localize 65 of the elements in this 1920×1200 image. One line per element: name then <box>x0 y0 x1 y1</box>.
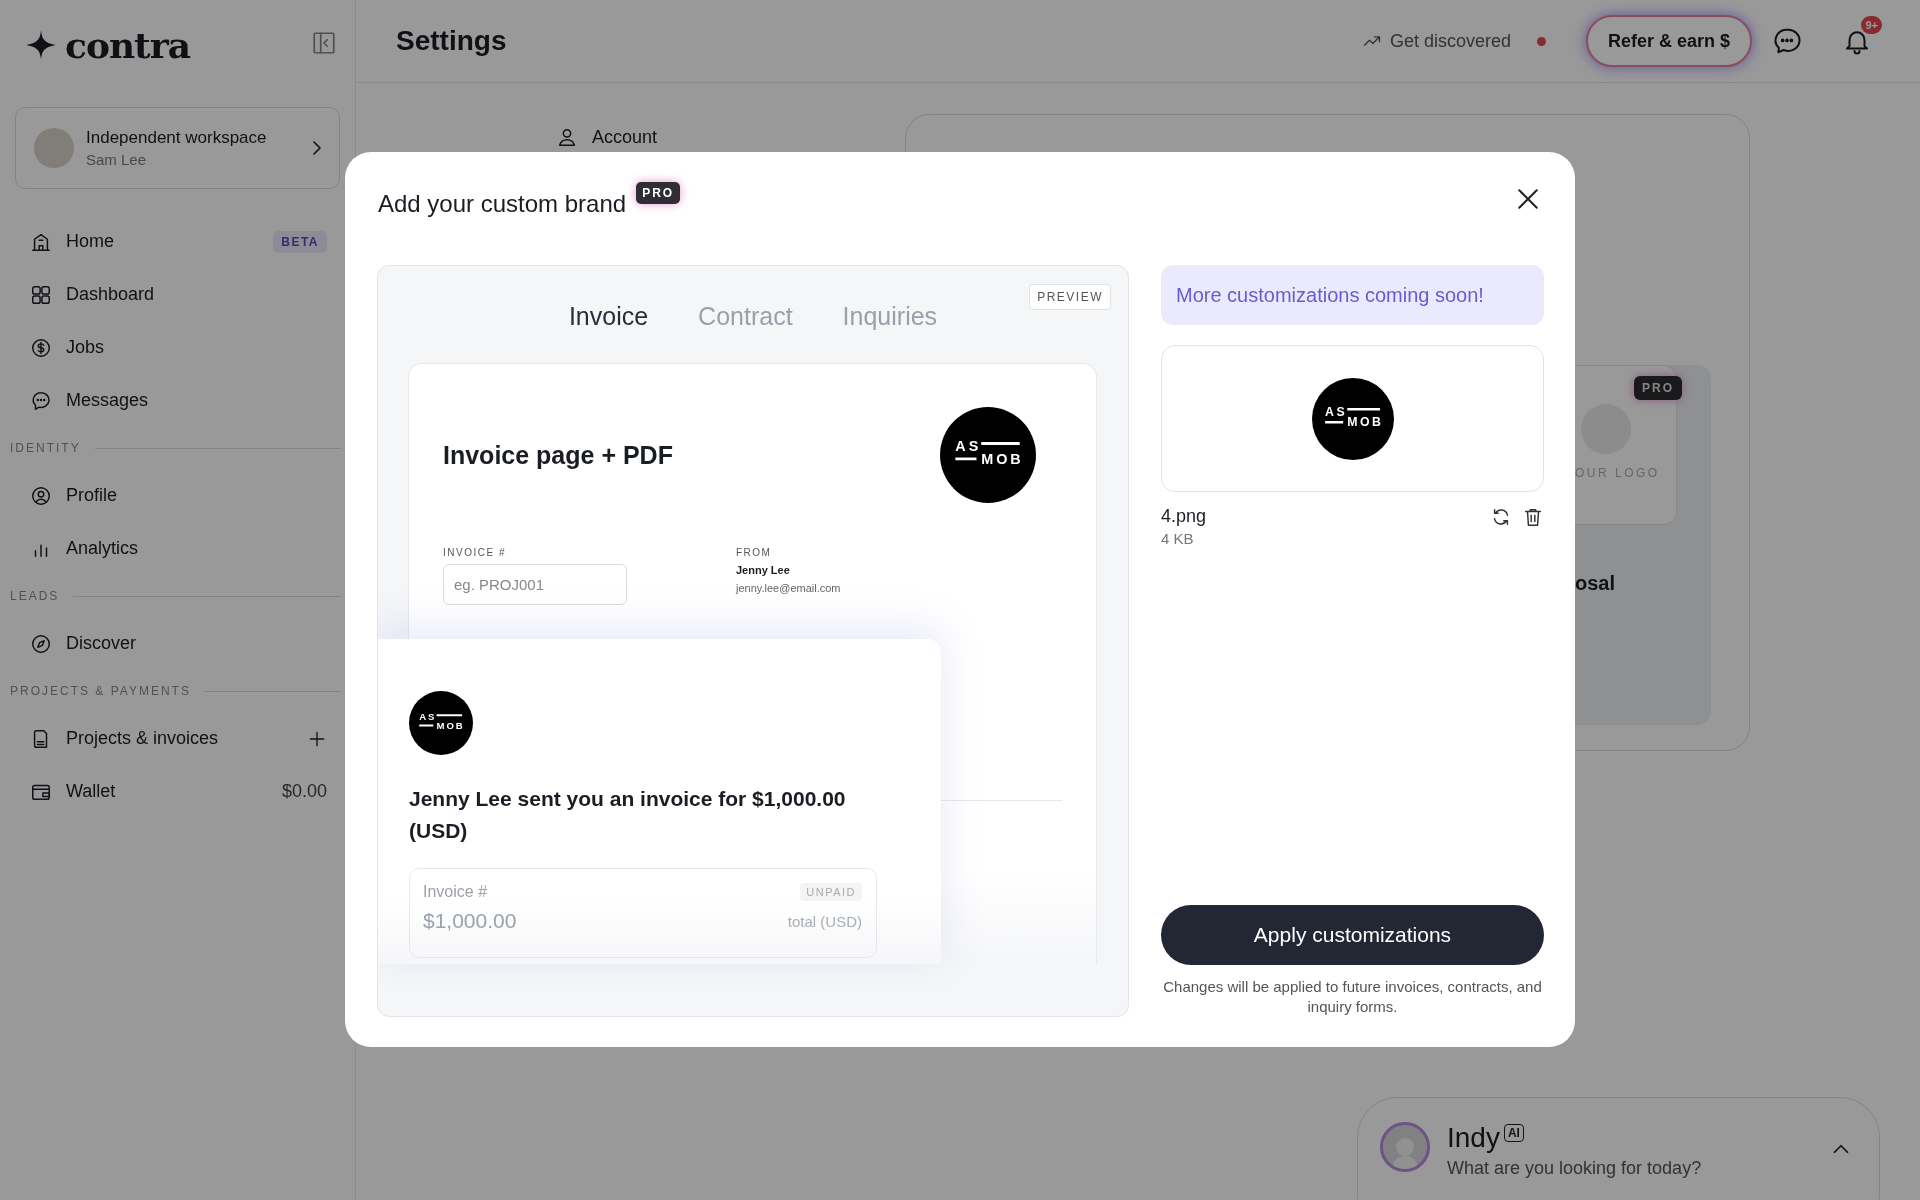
wallet-balance: $0.00 <box>281 781 327 802</box>
assistant-name: Indy <box>1447 1122 1500 1154</box>
file-size: 4 KB <box>1161 530 1195 547</box>
nav-item[interactable]: Messages <box>0 374 355 427</box>
chevron-right-icon <box>313 141 321 155</box>
grid-icon <box>30 283 52 306</box>
pro-badge: PRO <box>636 182 681 204</box>
dollar-icon <box>30 336 52 359</box>
chat-icon[interactable] <box>1772 26 1802 56</box>
file-name: 4.png <box>1161 506 1208 527</box>
profile-icon <box>30 484 52 507</box>
nav-item[interactable]: Dashboard <box>0 268 355 321</box>
assistant-widget[interactable]: Indy AI What are you looking for today? <box>1357 1097 1880 1200</box>
sender-name: Jenny Lee <box>736 564 791 576</box>
nav-item[interactable]: Projects & invoices <box>0 712 355 765</box>
refer-button[interactable]: Refer & earn $ <box>1585 15 1752 67</box>
invoice-number-field[interactable]: eg. PROJ001 <box>443 564 627 605</box>
brand-logo: AS MOB <box>1311 377 1394 460</box>
apply-button[interactable]: Apply customizations <box>1161 904 1544 965</box>
settings-nav-item[interactable]: Account <box>556 114 905 148</box>
info-banner: More customizations coming soon! <box>1161 265 1544 325</box>
email-message: Jenny Lee sent you an invoice for $1,000.00 (USD) <box>409 786 847 844</box>
person-icon <box>556 126 578 148</box>
pro-badge: PRO <box>1634 376 1682 400</box>
workspace-name: Independent workspace <box>86 128 268 148</box>
sender-email: jenny.lee@email.com <box>736 582 842 594</box>
nav-item[interactable]: Jobs <box>0 321 355 374</box>
section-heading: PROJECTS & PAYMENTS <box>10 684 191 698</box>
invoice-number-label: Invoice # <box>423 883 488 901</box>
dialog-title: Add your custom brand <box>378 190 627 218</box>
apply-note: Changes will be applied to future invoices, contracts, and inquiry forms. <box>1162 976 1543 1017</box>
field-label: FROM <box>736 547 773 558</box>
assistant-prompt: What are you looking for today? <box>1447 1158 1703 1179</box>
nav-item[interactable]: Wallet $0.00 <box>0 765 355 818</box>
assistant-avatar <box>1380 1122 1430 1172</box>
get-discovered-link[interactable]: Get discovered <box>1361 30 1511 52</box>
beta-badge: BETA <box>273 230 327 253</box>
workspace-owner: Sam Lee <box>86 151 148 168</box>
preview-tab[interactable]: Invoice <box>568 296 649 336</box>
nav-item[interactable]: Profile <box>0 469 355 522</box>
preview-badge: PREVIEW <box>1029 284 1111 310</box>
notification-count: 9+ <box>1861 16 1882 34</box>
invoice-heading: Invoice page + PDF <box>443 440 673 470</box>
nav-item[interactable]: Analytics <box>0 522 355 575</box>
workspace-switcher[interactable]: Independent workspace Sam Lee <box>15 107 340 189</box>
card-title: osal <box>1575 572 1616 595</box>
sidebar-collapse-icon[interactable] <box>311 30 337 56</box>
chat-icon <box>30 389 52 412</box>
avatar <box>34 128 74 168</box>
brand-logo: AS MOB <box>409 691 473 755</box>
compass-icon <box>30 632 52 655</box>
amount-label: total (USD) <box>787 912 862 930</box>
brand-name: contra <box>65 24 192 66</box>
status-badge: UNPAID <box>800 883 862 901</box>
invoice-amount: $1,000.00 <box>423 909 517 933</box>
ai-badge: AI <box>1503 1124 1524 1142</box>
logo-upload-box[interactable]: AS MOB <box>1161 345 1544 492</box>
field-label: INVOICE # <box>443 547 507 558</box>
section-heading: IDENTITY <box>10 441 81 455</box>
nav-item[interactable]: Home BETA <box>0 215 355 268</box>
trash-icon[interactable] <box>1522 506 1544 528</box>
brand-logo: AS MOB <box>940 407 1036 503</box>
nav-item[interactable]: Discover <box>0 617 355 670</box>
section-heading: LEADS <box>10 589 60 603</box>
page-title: Settings <box>396 25 508 57</box>
